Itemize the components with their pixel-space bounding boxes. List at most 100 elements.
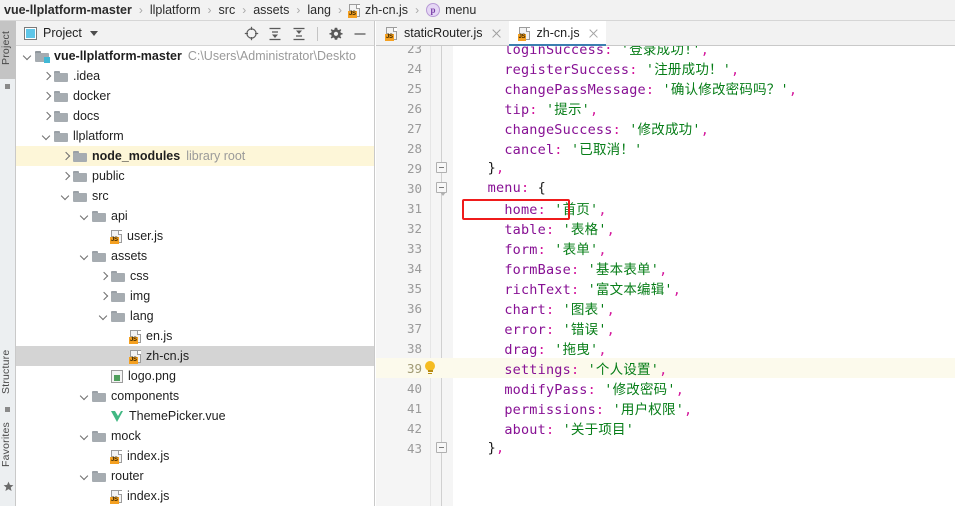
tree-row[interactable]: .idea — [16, 66, 374, 86]
tree-row[interactable]: public — [16, 166, 374, 186]
tree-row[interactable]: assets — [16, 246, 374, 266]
code-line[interactable]: 43 }, — [376, 438, 955, 458]
tree-row[interactable]: JS index.js — [16, 446, 374, 466]
tree-row[interactable]: router — [16, 466, 374, 486]
tree-row[interactable]: node_modules library root — [16, 146, 374, 166]
code-line[interactable]: 35 richText: '富文本编辑', — [376, 278, 955, 299]
expand-all-icon[interactable] — [266, 25, 284, 43]
code-line[interactable]: 29 }, — [376, 158, 955, 178]
breadcrumb-item-vue-llplatform-master[interactable]: vue-llplatform-master — [4, 4, 132, 17]
chevron-right-icon[interactable] — [60, 171, 71, 182]
code-line[interactable]: 37 error: '错误', — [376, 318, 955, 339]
line-number: 43 — [406, 440, 422, 456]
breadcrumb-item-assets[interactable]: assets — [253, 4, 289, 17]
hide-icon[interactable] — [351, 25, 369, 43]
tree-row[interactable]: JS user.js — [16, 226, 374, 246]
tree-row[interactable]: logo.png — [16, 366, 374, 386]
code-line[interactable]: 38 drag: '拖曳', — [376, 338, 955, 359]
chevron-down-icon[interactable] — [79, 431, 90, 442]
code-line-text: settings: '个人设置', — [471, 358, 667, 378]
chevron-down-icon[interactable] — [79, 251, 90, 262]
tree-row[interactable]: lang — [16, 306, 374, 326]
tree-row[interactable]: JS index.js — [16, 486, 374, 506]
chevron-down-icon[interactable] — [79, 211, 90, 222]
code-line[interactable]: 32 table: '表格', — [376, 218, 955, 239]
breadcrumb-item-zh-cn-js[interactable]: JS zh-cn.js — [347, 3, 408, 18]
code-property: changePassMessage — [504, 82, 646, 98]
chevron-right-icon[interactable] — [41, 111, 52, 122]
breadcrumb-item-llplatform[interactable]: llplatform — [150, 4, 201, 17]
chevron-down-icon[interactable] — [79, 471, 90, 482]
chevron-down-icon[interactable] — [79, 391, 90, 402]
tree-row[interactable]: docs — [16, 106, 374, 126]
editor-tab-zh-cn-js[interactable]: JS zh-cn.js — [508, 21, 606, 46]
editor-tab-staticrouter-js[interactable]: JS staticRouter.js — [376, 21, 509, 45]
chevron-right-icon[interactable] — [60, 151, 71, 162]
code-punctuation: , — [659, 362, 668, 378]
close-icon[interactable] — [491, 28, 502, 39]
chevron-right-icon[interactable] — [41, 71, 52, 82]
chevron-down-icon[interactable] — [22, 51, 33, 62]
code-punctuation: : — [645, 82, 655, 98]
tree-row[interactable]: api — [16, 206, 374, 226]
code-line-text: richText: '富文本编辑', — [471, 278, 681, 298]
code-string: '个人设置' — [587, 362, 660, 378]
tree-row[interactable]: llplatform — [16, 126, 374, 146]
breadcrumb: vue-llplatform-master › llplatform › src › ass… — [0, 0, 955, 21]
project-tree[interactable]: vue-llplatform-master C:\Users\Administra… — [16, 46, 374, 506]
chevron-down-icon[interactable] — [60, 191, 71, 202]
code-editor[interactable]: 23 loginSuccess: '登录成功!', 24 registerSucc… — [376, 46, 955, 506]
code-line[interactable]: 36 chart: '图表', — [376, 298, 955, 319]
code-line[interactable]: 27 changeSuccess: '修改成功', — [376, 118, 955, 139]
code-line[interactable]: 23 loginSuccess: '登录成功!', — [376, 46, 955, 58]
chevron-down-icon[interactable] — [41, 131, 52, 142]
tool-tab-project[interactable]: Project — [0, 21, 16, 79]
settings-gear-icon[interactable] — [327, 25, 345, 43]
breadcrumb-item-menu[interactable]: p menu — [426, 3, 476, 17]
code-line[interactable]: 39 settings: '个人设置', — [376, 358, 955, 378]
tree-row[interactable]: components — [16, 386, 374, 406]
code-punctuation: : — [612, 122, 621, 138]
tree-row[interactable]: img — [16, 286, 374, 306]
tool-tab-favorites[interactable]: Favorites — [0, 413, 16, 477]
project-panel-title-group[interactable]: Project — [16, 26, 98, 40]
code-line[interactable]: 24 registerSuccess: '注册成功！', — [376, 58, 955, 79]
tree-row[interactable]: JS zh-cn.js — [16, 346, 374, 366]
close-icon[interactable] — [588, 28, 599, 39]
select-opened-file-icon[interactable] — [242, 25, 260, 43]
breadcrumb-item-lang[interactable]: lang — [307, 4, 331, 17]
chevron-down-icon[interactable] — [98, 311, 109, 322]
code-property: permissions — [504, 402, 596, 418]
code-line[interactable]: 28 cancel: '已取消！' — [376, 138, 955, 159]
code-line[interactable]: 42 about: '关于项目' — [376, 418, 955, 439]
tree-row[interactable]: docker — [16, 86, 374, 106]
code-line[interactable]: 34 formBase: '基本表单', — [376, 258, 955, 279]
intention-bulb-icon[interactable] — [424, 361, 436, 375]
tree-row[interactable]: vue-llplatform-master C:\Users\Administra… — [16, 46, 374, 66]
chevron-down-icon[interactable] — [89, 30, 98, 36]
code-line-text: registerSuccess: '注册成功！', — [471, 58, 739, 78]
code-line[interactable]: 31 home: '首页', — [376, 198, 955, 219]
tree-row-label: img — [130, 288, 151, 303]
code-punctuation: , — [659, 262, 668, 278]
code-punctuation: , — [495, 440, 505, 456]
tree-row[interactable]: css — [16, 266, 374, 286]
breadcrumb-item-src[interactable]: src — [219, 4, 236, 17]
tool-tab-structure[interactable]: Structure — [0, 339, 16, 405]
chevron-right-icon[interactable] — [98, 291, 109, 302]
tree-row[interactable]: src — [16, 186, 374, 206]
tree-row[interactable]: mock — [16, 426, 374, 446]
code-line[interactable]: 33 form: '表单', — [376, 238, 955, 259]
code-line[interactable]: 26 tip: '提示', — [376, 98, 955, 119]
code-line[interactable]: 30 menu: { — [376, 178, 955, 198]
js-file-icon: JS — [129, 349, 142, 364]
chevron-right-icon[interactable] — [98, 271, 109, 282]
chevron-right-icon[interactable] — [41, 91, 52, 102]
collapse-all-icon[interactable] — [290, 25, 308, 43]
tree-row[interactable]: JS en.js — [16, 326, 374, 346]
code-line[interactable]: 40 modifyPass: '修改密码', — [376, 378, 955, 399]
folder-icon — [92, 470, 106, 482]
code-line[interactable]: 25 changePassMessage: '确认修改密码吗？', — [376, 78, 955, 99]
code-line[interactable]: 41 permissions: '用户权限', — [376, 398, 955, 419]
tree-row[interactable]: ThemePicker.vue — [16, 406, 374, 426]
